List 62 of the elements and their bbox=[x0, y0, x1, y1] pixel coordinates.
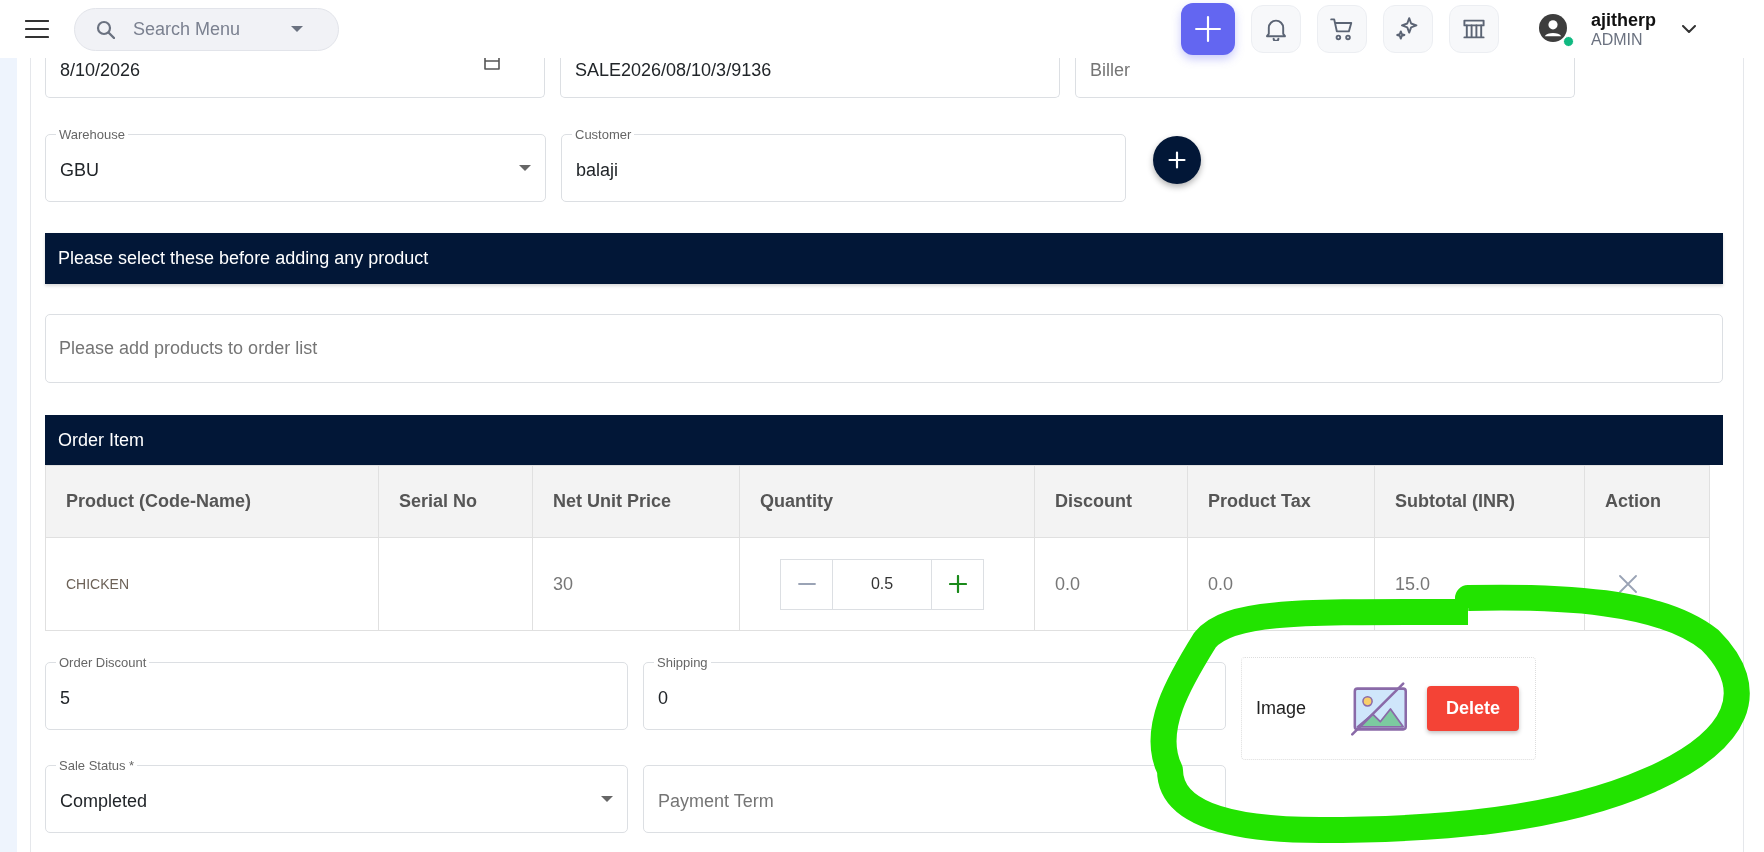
input-field[interactable]: Payment Term bbox=[643, 765, 1226, 833]
table-cell: CHICKEN bbox=[45, 537, 379, 631]
caret-icon bbox=[519, 165, 531, 171]
plus-icon bbox=[1167, 150, 1187, 170]
menu-icon bbox=[25, 20, 49, 38]
field-value: 5 bbox=[60, 686, 71, 709]
chevron-down-icon bbox=[1682, 25, 1696, 33]
field-label: Warehouse bbox=[56, 127, 128, 142]
field-label: Order Discount bbox=[56, 655, 150, 670]
product-search-field[interactable]: Please add products to order list bbox=[45, 314, 1723, 383]
close-icon bbox=[1619, 575, 1637, 593]
plus-icon bbox=[948, 575, 967, 593]
section-title: Order Item bbox=[45, 415, 1723, 465]
column-header: Product (Code-Name) bbox=[45, 465, 379, 538]
notification-button[interactable] bbox=[1251, 5, 1301, 53]
field-label: Customer bbox=[572, 127, 635, 142]
placeholder-text: Please add products to order list bbox=[59, 338, 318, 359]
table-cell: 0.0 bbox=[1034, 537, 1188, 631]
cart-icon bbox=[1330, 17, 1354, 41]
delete-button[interactable]: Delete bbox=[1427, 686, 1519, 731]
store-icon bbox=[1462, 17, 1486, 41]
field-value: SALE2026/08/10/3/9136 bbox=[575, 59, 773, 80]
column-header: Subtotal (INR) bbox=[1374, 465, 1585, 538]
field-value: 0 bbox=[658, 686, 669, 709]
column-header: Product Tax bbox=[1187, 465, 1375, 538]
broken-image-icon bbox=[1351, 680, 1407, 737]
column-header: Action bbox=[1584, 465, 1710, 538]
caret-icon bbox=[601, 796, 613, 802]
field-label: Shipping bbox=[654, 655, 711, 670]
search-field[interactable]: Search Menu bbox=[74, 7, 339, 51]
placeholder-text: Biller bbox=[1090, 59, 1131, 80]
field-value: 8/10/2026 bbox=[60, 59, 142, 80]
cart-button[interactable] bbox=[1317, 5, 1367, 53]
placeholder-text: Search Menu bbox=[133, 18, 242, 40]
user-name: ajitherp bbox=[1591, 9, 1656, 31]
bell-icon bbox=[1264, 17, 1288, 41]
add-customer-button[interactable] bbox=[1153, 136, 1201, 184]
column-header: Quantity bbox=[739, 465, 1035, 538]
notice-banner: Please select these before adding any product bbox=[45, 233, 1723, 284]
store-button[interactable] bbox=[1449, 5, 1499, 53]
search-icon bbox=[95, 19, 115, 39]
column-header: Serial No bbox=[378, 465, 533, 538]
image-label: Image bbox=[1256, 698, 1308, 719]
plus-icon bbox=[1195, 16, 1221, 42]
caret-icon bbox=[291, 26, 303, 32]
user-role: ADMIN bbox=[1591, 30, 1644, 49]
field-label: Sale Status * bbox=[56, 758, 138, 773]
sparkle-icon bbox=[1396, 17, 1420, 41]
column-header: Net Unit Price bbox=[532, 465, 740, 538]
avatar-icon bbox=[1539, 14, 1567, 42]
column-header: Discount bbox=[1034, 465, 1188, 538]
field-value: Completed bbox=[60, 789, 149, 812]
placeholder-text: Payment Term bbox=[658, 789, 775, 812]
table-cell: 15.0 bbox=[1374, 537, 1585, 631]
table-cell: 0.0 bbox=[1187, 537, 1375, 631]
field-value: balaji bbox=[576, 158, 620, 181]
minus-icon bbox=[797, 583, 816, 585]
sparkle-button[interactable] bbox=[1383, 5, 1433, 53]
table-cell: 30 bbox=[532, 537, 740, 631]
field-value: GBU bbox=[60, 158, 100, 181]
add-button[interactable] bbox=[1181, 3, 1235, 55]
calendar-icon bbox=[484, 58, 500, 70]
